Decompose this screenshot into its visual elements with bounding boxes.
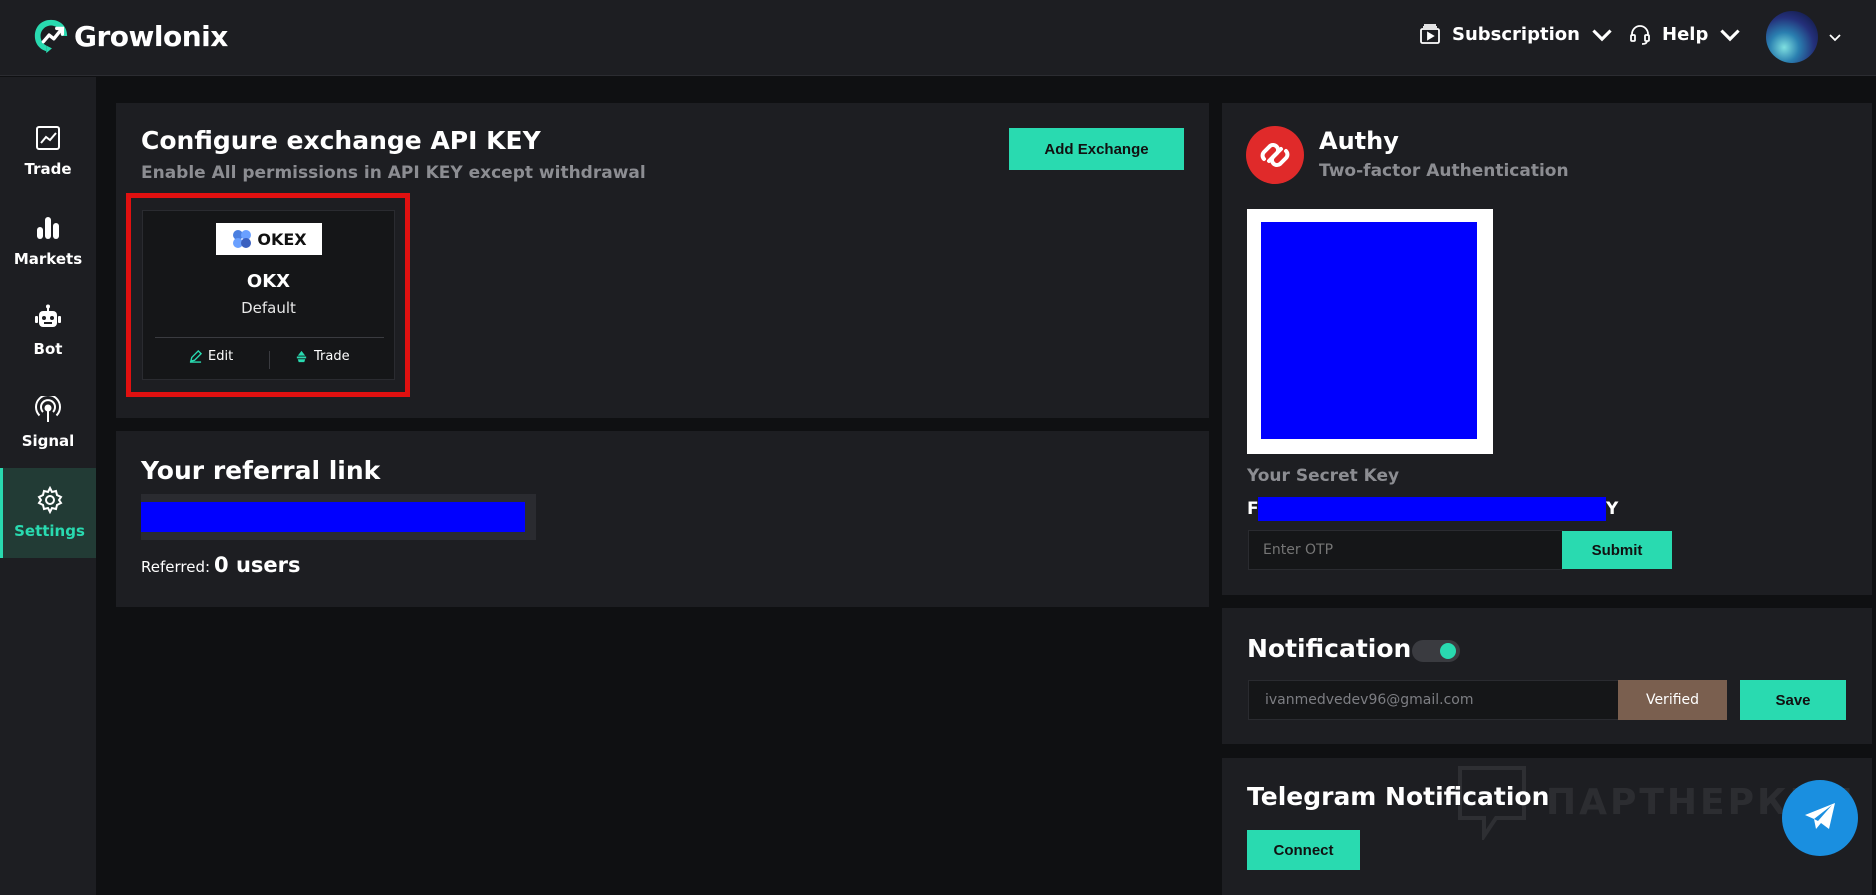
sidebar-item-label: Signal [21,432,75,450]
sidebar: Trade Markets Bot Signal Settings [0,77,96,895]
growlonix-logo-icon [34,19,68,54]
submit-otp-button[interactable]: Submit [1562,531,1672,569]
exchange-title: Configure exchange API KEY [141,126,541,155]
notification-toggle[interactable] [1412,640,1460,662]
referred-value: 0 users [214,553,301,577]
chart-line-icon [36,126,60,150]
referred-label: Referred: [141,558,211,576]
redacted-referral-link [141,502,525,532]
authy-subtitle: Two-factor Authentication [1319,161,1569,181]
sidebar-item-label: Trade [24,160,72,178]
chevron-down-icon[interactable] [1828,30,1842,44]
sidebar-item-signal[interactable]: Signal [0,378,96,468]
redacted-qr-code [1261,222,1477,439]
brand-name: Growlonix [74,19,228,53]
qr-code-frame [1247,209,1493,454]
referral-title: Your referral link [141,456,381,485]
top-header: Growlonix Subscription Help [0,0,1876,76]
subscription-label: Subscription [1452,23,1580,45]
help-menu[interactable]: Help [1628,22,1742,46]
secret-key-label: Your Secret Key [1247,466,1400,486]
authy-logo-icon [1246,126,1304,184]
broadcast-icon [35,396,61,422]
redacted-secret-key [1258,497,1606,521]
gear-icon [37,486,62,514]
toggle-knob [1440,643,1456,659]
user-avatar[interactable] [1766,11,1818,63]
notification-title: Notification [1247,634,1412,663]
secret-key-end: Y [1606,499,1619,519]
sidebar-item-label: Bot [33,340,63,358]
bar-chart-icon [37,217,59,239]
sidebar-item-settings[interactable]: Settings [0,468,96,558]
exchange-subtitle: Enable All permissions in API KEY except… [141,163,646,183]
email-field[interactable] [1248,680,1619,720]
robot-icon [35,304,61,327]
notification-panel [1222,608,1872,744]
secret-key-start: F [1247,499,1259,519]
save-button[interactable]: Save [1740,680,1846,720]
paper-plane-icon [1805,803,1835,829]
sidebar-item-markets[interactable]: Markets [0,196,96,286]
subscription-icon [1420,24,1440,44]
sidebar-item-bot[interactable]: Bot [0,286,96,376]
sidebar-item-label: Markets [13,250,83,268]
otp-input[interactable] [1248,530,1563,570]
referred-count: Referred: 0 users [141,553,301,577]
verified-badge: Verified [1618,680,1727,720]
sidebar-item-label: Settings [14,522,85,540]
telegram-chat-button[interactable] [1782,780,1858,856]
chevron-down-icon [1592,29,1612,42]
sidebar-item-trade[interactable]: Trade [0,106,96,196]
selection-highlight [126,193,410,397]
headset-icon [1630,25,1650,45]
chevron-down-icon [1720,29,1740,42]
telegram-connect-button[interactable]: Connect [1247,830,1360,870]
authy-title: Authy [1319,127,1399,155]
subscription-menu[interactable]: Subscription [1418,22,1614,46]
brand-logo[interactable]: Growlonix [32,16,228,56]
referral-link-field[interactable] [141,494,536,540]
add-exchange-button[interactable]: Add Exchange [1009,128,1184,170]
help-label: Help [1662,23,1709,45]
chat-bubble-icon [1458,766,1526,840]
